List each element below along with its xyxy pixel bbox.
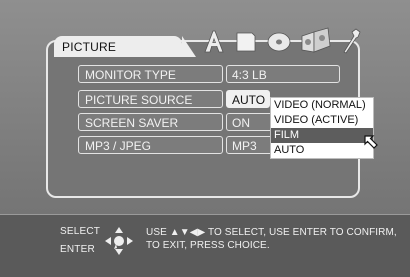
picture-source-label[interactable]: PICTURE SOURCE [78,90,223,108]
picture-source-value[interactable]: AUTO [226,90,270,108]
enter-key-label: ENTER [60,244,95,255]
mp3-jpeg-label[interactable]: MP3 / JPEG [78,136,223,154]
help-line-1: USE ▲▼◀▶ TO SELECT, USE ENTER TO CONFIRM… [146,227,397,238]
dropdown-option-auto[interactable]: AUTO [271,143,373,158]
tab-wedge [182,36,196,57]
disc-icon[interactable] [266,30,292,54]
tab-icon-strip [196,26,366,56]
language-icon[interactable] [202,28,226,54]
tab-picture[interactable]: PICTURE [54,36,182,57]
wrench-icon[interactable] [340,28,362,54]
picture-source-dropdown[interactable]: VIDEO (NORMAL) VIDEO (ACTIVE) FILM AUTO [270,97,374,159]
monitor-type-value[interactable]: 4:3 LB [226,65,340,83]
setup-screen: PICTURE MONITOR TYPE 4:3 LB PICTURE SOUR… [0,0,410,277]
screen-saver-label[interactable]: SCREEN SAVER [78,113,223,131]
cursor-icon [364,135,378,149]
page-icon[interactable] [234,30,258,54]
joystick-icon [105,227,133,255]
help-line-2: TO EXIT, PRESS CHOICE. [146,240,270,251]
speaker-icon[interactable] [300,26,334,54]
dropdown-option-video-active[interactable]: VIDEO (ACTIVE) [271,113,373,128]
dropdown-option-video-normal[interactable]: VIDEO (NORMAL) [271,98,373,113]
select-key-label: SELECT [60,226,101,237]
monitor-type-label[interactable]: MONITOR TYPE [78,65,223,83]
dropdown-option-film[interactable]: FILM [271,128,373,143]
